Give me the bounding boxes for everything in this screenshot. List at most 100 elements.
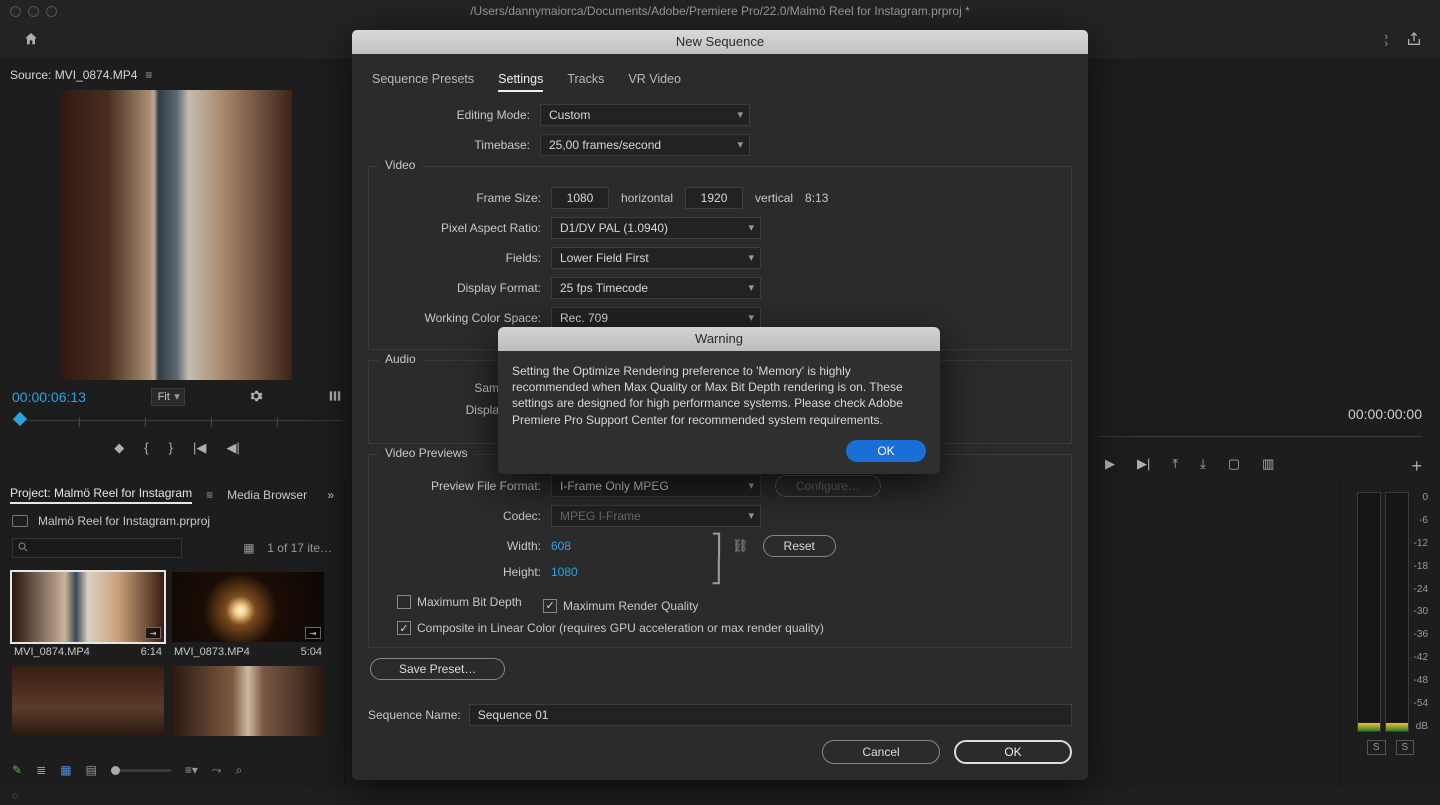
project-clip[interactable]: ⇥ MVI_0873.MP4 5:04 [172,572,324,658]
step-back-icon[interactable]: ◀| [226,440,239,456]
video-previews-section: Video Previews Preview File Format: I-Fr… [368,454,1072,648]
clip-thumbnail[interactable] [172,666,324,736]
clip-thumbnail[interactable]: ⇥ [12,572,164,642]
program-scrub-bar[interactable] [1099,426,1422,450]
source-tab[interactable]: Source: MVI_0874.MP4 [10,68,137,82]
display-format-select[interactable]: 25 fps Timecode [551,277,761,299]
warning-ok-button[interactable]: OK [846,440,926,462]
mark-out-icon[interactable]: { [144,440,148,456]
tab-vr-video[interactable]: VR Video [628,72,681,92]
color-space-select[interactable]: Rec. 709 [551,307,761,329]
go-to-in-icon[interactable]: |◀ [193,440,206,456]
creative-cloud-icon[interactable]: ◌ [8,789,22,803]
meter-tick: -24 [1404,584,1428,595]
frame-height-input[interactable] [685,187,743,209]
cancel-button[interactable]: Cancel [822,740,940,764]
meter-tick: -18 [1404,561,1428,572]
home-button[interactable] [22,31,40,50]
par-select[interactable]: D1/DV PAL (1.0940) [551,217,761,239]
meter-bars[interactable] [1357,492,1409,732]
composite-linear-checkbox[interactable]: ✓Composite in Linear Color (requires GPU… [397,621,824,635]
configure-button: Configure… [775,475,881,497]
button-editor-plus-icon[interactable]: + [1411,456,1440,477]
mark-in-icon[interactable]: ◆ [114,440,124,456]
meter-tick: dB [1404,721,1428,732]
sort-icon[interactable]: ≡▾ [185,763,198,777]
automate-to-sequence-icon[interactable]: ⤳ [212,763,222,778]
frame-width-input[interactable] [551,187,609,209]
clip-badge-icon: ⇥ [145,627,161,639]
zoom-slider[interactable] [111,769,171,772]
project-clip[interactable] [12,666,164,740]
meter-tick: -42 [1404,652,1428,663]
max-render-quality-label: Maximum Render Quality [563,599,698,613]
tab-sequence-presets[interactable]: Sequence Presets [372,72,474,92]
step-forward-icon[interactable]: ▶| [1137,456,1150,477]
find-icon[interactable]: ⌕ [235,763,242,778]
solo-left-button[interactable]: S [1367,740,1386,755]
source-preview[interactable] [62,90,292,380]
mark-clip-icon[interactable]: } [169,440,173,456]
tab-overflow-icon[interactable]: » [327,488,334,502]
program-timecode-out[interactable]: 00:00:00:00 [1348,406,1422,422]
timebase-select[interactable]: 25,00 frames/second [540,134,750,156]
max-bit-depth-checkbox[interactable]: Maximum Bit Depth [397,595,522,609]
lift-icon[interactable]: ⤒ [1172,456,1178,477]
pen-tool-icon[interactable]: ✎ [12,763,22,777]
frame-size-label: Frame Size: [379,191,551,205]
clip-thumbnail[interactable]: ⇥ [172,572,324,642]
zoom-fit-select[interactable]: Fit [151,388,185,406]
workspace-overflow-icon[interactable]: ›› [1384,34,1388,48]
preview-format-select[interactable]: I-Frame Only MPEG [551,475,761,497]
clip-duration: 5:04 [301,646,322,658]
comparison-view-icon[interactable]: ▥ [1262,456,1274,477]
link-dimensions-icon[interactable]: ⛓ [732,538,749,554]
clip-thumbnail[interactable] [12,666,164,736]
max-render-quality-checkbox[interactable]: ✓Maximum Render Quality [543,599,698,613]
source-panel: Source: MVI_0874.MP4 ≡ 00:00:06:13 Fit |… [0,60,355,480]
solo-right-button[interactable]: S [1396,740,1415,755]
source-scrub-bar[interactable]: |||| [12,410,342,434]
sequence-name-input[interactable] [469,704,1072,726]
search-icon [17,541,29,553]
playhead-icon[interactable] [13,412,27,426]
list-view-icon[interactable]: ≣ [36,763,46,777]
share-icon[interactable] [1406,31,1422,50]
clip-badge-icon: ⇥ [305,627,321,639]
display-format-label: Display Format: [379,281,551,295]
source-timecode-in[interactable]: 00:00:06:13 [12,389,86,405]
media-browser-tab[interactable]: Media Browser [227,488,307,502]
new-bin-icon[interactable]: ▦ [243,541,259,555]
export-frame-icon[interactable]: ▢ [1228,456,1240,477]
editing-mode-select[interactable]: Custom [540,104,750,126]
reset-button[interactable]: Reset [763,535,836,557]
ok-button[interactable]: OK [954,740,1072,764]
save-preset-button[interactable]: Save Preset… [370,658,505,680]
icon-view-icon[interactable]: ▦ [60,763,71,777]
meter-tick: -36 [1404,629,1428,640]
tab-settings[interactable]: Settings [498,72,543,92]
play-icon[interactable]: ▶ [1105,456,1115,477]
preview-height-value[interactable]: 1080 [551,565,578,579]
preview-width-value[interactable]: 608 [551,539,571,553]
project-search-input[interactable] [12,538,182,558]
bin-icon [12,515,28,527]
freeform-view-icon[interactable]: ▤ [85,763,96,777]
max-bit-depth-label: Maximum Bit Depth [417,595,522,609]
meter-tick: -6 [1404,515,1428,526]
project-clip[interactable] [172,666,324,740]
panel-menu-icon[interactable]: ≡ [206,488,213,502]
extract-icon[interactable]: ⤓ [1200,456,1206,477]
project-tab[interactable]: Project: Malmö Reel for Instagram [10,486,192,504]
tab-tracks[interactable]: Tracks [567,72,604,92]
color-space-label: Working Color Space: [379,311,551,325]
settings-icon[interactable] [249,389,263,406]
clip-name: MVI_0873.MP4 [174,646,250,658]
fields-select[interactable]: Lower Field First [551,247,761,269]
button-editor-icon[interactable] [328,389,342,406]
project-clip[interactable]: ⇥MVI_0874.MP46:14 [12,572,164,658]
sequence-name-label: Sequence Name: [368,708,461,722]
par-label: Pixel Aspect Ratio: [379,221,551,235]
panel-menu-icon[interactable]: ≡ [145,68,152,82]
editing-mode-label: Editing Mode: [368,108,540,122]
